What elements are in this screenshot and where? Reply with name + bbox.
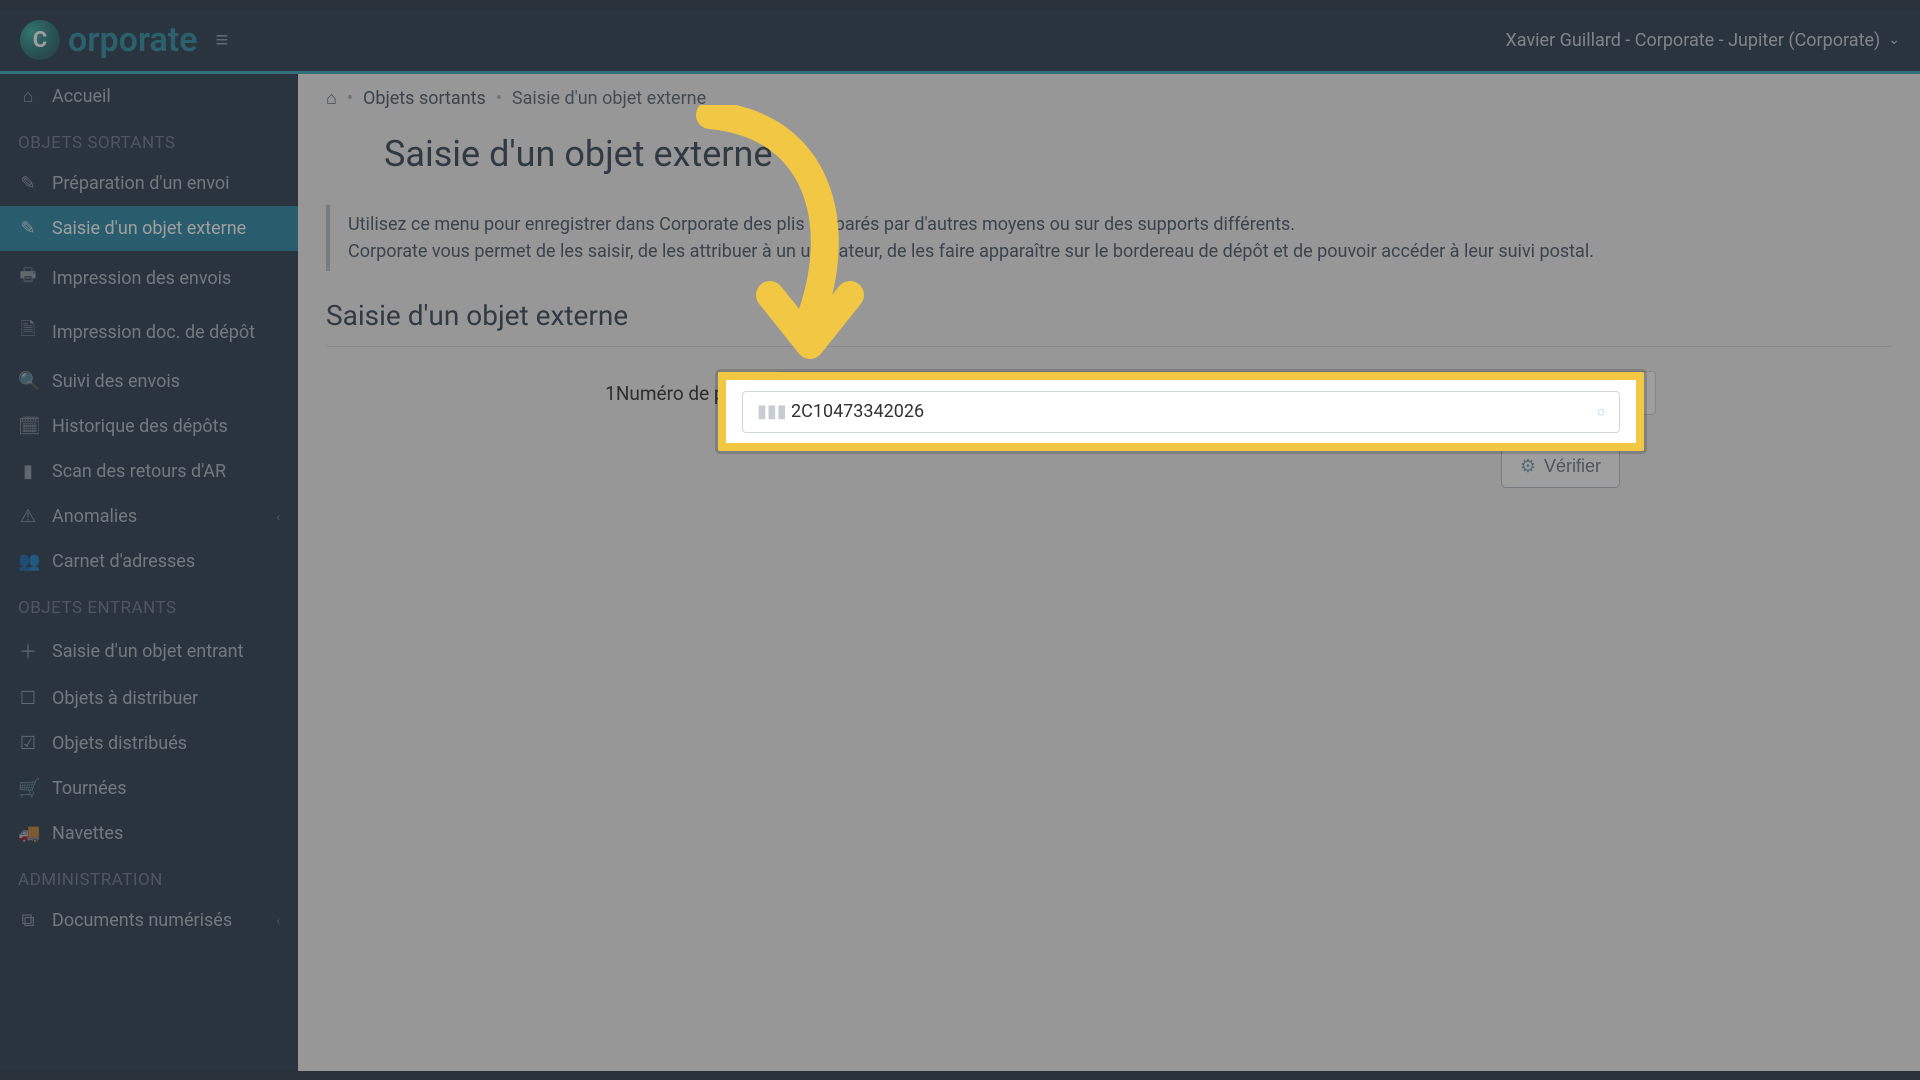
sidebar-item-label: Suivi des envois xyxy=(52,371,180,392)
sidebar-item-saisie-objet-externe[interactable]: ✎ Saisie d'un objet externe xyxy=(0,206,298,251)
logo-text: orporate xyxy=(68,20,197,60)
breadcrumb-level2: Saisie d'un objet externe xyxy=(512,88,706,109)
plus-icon: ＋ xyxy=(18,638,38,664)
document-icon: 🗎 xyxy=(18,317,38,347)
gear-icon: ⚙ xyxy=(1520,456,1536,477)
sidebar-item-label: Navettes xyxy=(52,823,123,844)
print-icon: 🖶 xyxy=(18,263,38,293)
pencil-icon: ✎ xyxy=(18,173,38,194)
warning-icon: ⚠ xyxy=(18,506,38,527)
chevron-down-icon: ⌄ xyxy=(1888,32,1900,48)
sidebar-item-tournees[interactable]: 🛒 Tournées xyxy=(0,766,298,811)
sidebar-item-suivi-envois[interactable]: 🔍 Suivi des envois xyxy=(0,359,298,404)
sidebar-item-label: Impression des envois xyxy=(52,268,231,289)
square-icon: ☐ xyxy=(18,688,38,709)
sidebar-item-objets-distribuer[interactable]: ☐ Objets à distribuer xyxy=(0,676,298,721)
chevron-left-icon: ‹ xyxy=(276,510,280,524)
sidebar-item-label: Anomalies xyxy=(52,506,137,527)
breadcrumb-sep: • xyxy=(347,88,353,109)
sidebar-item-scan-retours-ar[interactable]: ▮ Scan des retours d'AR xyxy=(0,449,298,494)
sidebar-item-carnet-adresses[interactable]: 👥 Carnet d'adresses xyxy=(0,539,298,584)
home-icon: ⌂ xyxy=(18,86,38,107)
form-heading: Saisie d'un objet externe xyxy=(298,291,1920,340)
sidebar-item-label: Tournées xyxy=(52,778,126,799)
field-label-numero-pli: 1Numéro de pli* xyxy=(326,382,756,405)
edit-icon: ✎ xyxy=(18,218,38,239)
hamburger-icon[interactable]: ≡ xyxy=(215,27,228,53)
sidebar-item-label: Historique des dépôts xyxy=(52,416,228,437)
user-line: Xavier Guillard - Corporate - Jupiter (C… xyxy=(1506,30,1881,51)
sidebar-item-label: Documents numérisés xyxy=(52,910,232,931)
required-asterisk: * xyxy=(738,382,746,405)
sidebar-item-navettes[interactable]: 🚚 Navettes xyxy=(0,811,298,856)
home-icon[interactable]: ⌂ xyxy=(326,88,337,109)
sidebar-item-label: Carnet d'adresses xyxy=(52,551,195,572)
sidebar-item-saisie-objet-entrant[interactable]: ＋ Saisie d'un objet entrant xyxy=(0,626,298,676)
sidebar-section-admin: ADMINISTRATION xyxy=(0,856,298,898)
sidebar-item-preparation-envoi[interactable]: ✎ Préparation d'un envoi xyxy=(0,161,298,206)
info-block: Utilisez ce menu pour enregistrer dans C… xyxy=(326,205,1892,271)
sidebar-item-anomalies[interactable]: ⚠ Anomalies ‹ xyxy=(0,494,298,539)
truck-icon: 🚚 xyxy=(18,823,38,844)
search-icon: 🔍 xyxy=(18,371,38,392)
breadcrumb-sep: • xyxy=(496,88,502,109)
logo-badge: C xyxy=(20,20,60,60)
spinner-icon: ◌ xyxy=(1634,385,1642,402)
verify-button[interactable]: ⚙ Vérifier xyxy=(1501,445,1620,488)
sidebar-item-impression-envois[interactable]: 🖶 Impression des envois xyxy=(0,251,298,305)
chevron-left-icon: ‹ xyxy=(276,914,280,928)
verify-button-label: Vérifier xyxy=(1544,456,1601,477)
sidebar-item-accueil[interactable]: ⌂ Accueil xyxy=(0,74,298,119)
check-square-icon: ☑ xyxy=(18,733,38,754)
sidebar-item-documents-numerises[interactable]: ⧉ Documents numérisés ‹ xyxy=(0,898,298,943)
breadcrumb: ⌂ • Objets sortants • Saisie d'un objet … xyxy=(298,74,1920,123)
sidebar-item-impression-doc-depot[interactable]: 🗎 Impression doc. de dépôt xyxy=(0,305,298,359)
info-line-2: Corporate vous permet de les saisir, de … xyxy=(348,238,1874,265)
calendar-icon: 🗓 xyxy=(18,416,38,437)
sidebar-item-label: Accueil xyxy=(52,86,111,107)
user-menu[interactable]: Xavier Guillard - Corporate - Jupiter (C… xyxy=(1506,30,1901,51)
barcode-icon: ▮▮▮ xyxy=(790,383,818,403)
sidebar-item-label: Saisie d'un objet entrant xyxy=(52,641,243,662)
sidebar-item-label: Scan des retours d'AR xyxy=(52,461,226,482)
grid-icon: ⧉ xyxy=(18,910,38,931)
sidebar-item-label: Préparation d'un envoi xyxy=(52,173,230,194)
sidebar-item-label: Objets distribués xyxy=(52,733,187,754)
input-wrap-numero-pli: ▮▮▮ ◌ xyxy=(776,371,1656,415)
users-icon: 👥 xyxy=(18,551,38,572)
divider xyxy=(326,346,1892,347)
sidebar-item-label: Saisie d'un objet externe xyxy=(52,218,246,239)
action-row: ⚙ Vérifier xyxy=(298,415,1920,488)
sidebar-item-label: Impression doc. de dépôt xyxy=(52,322,255,343)
sidebar-item-historique-depots[interactable]: 🗓 Historique des dépôts xyxy=(0,404,298,449)
info-line-1: Utilisez ce menu pour enregistrer dans C… xyxy=(348,211,1874,238)
sidebar-section-sortants: OBJETS SORTANTS xyxy=(0,119,298,161)
breadcrumb-level1[interactable]: Objets sortants xyxy=(363,88,486,109)
app-header: C orporate ≡ Xavier Guillard - Corporate… xyxy=(0,9,1920,74)
cart-icon: 🛒 xyxy=(18,778,38,799)
main-content: ⌂ • Objets sortants • Saisie d'un objet … xyxy=(298,74,1920,1071)
page-title: Saisie d'un objet externe xyxy=(298,123,1920,195)
form-row-numero-pli: 1Numéro de pli* ▮▮▮ ◌ xyxy=(298,371,1920,415)
app-logo[interactable]: C orporate xyxy=(20,20,197,60)
barcode-icon: ▮ xyxy=(18,461,38,482)
sidebar: ⌂ Accueil OBJETS SORTANTS ✎ Préparation d… xyxy=(0,74,298,1071)
sidebar-item-label: Objets à distribuer xyxy=(52,688,198,709)
numero-pli-input[interactable] xyxy=(776,371,1656,415)
sidebar-item-objets-distribues[interactable]: ☑ Objets distribués xyxy=(0,721,298,766)
sidebar-section-entrants: OBJETS ENTRANTS xyxy=(0,584,298,626)
